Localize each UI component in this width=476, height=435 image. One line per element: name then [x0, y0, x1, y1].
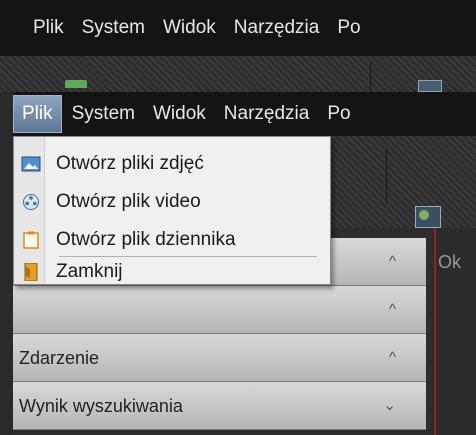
- chevron-down-icon[interactable]: ⌄: [383, 382, 396, 430]
- image-viewer-icon[interactable]: [415, 206, 441, 228]
- menu-plik[interactable]: Plik: [13, 95, 62, 133]
- chevron-up-icon[interactable]: ^: [389, 238, 396, 286]
- icon-detail: [419, 210, 429, 220]
- background-toolbar: [0, 56, 476, 92]
- panel-section-label: Zdarzenie: [19, 348, 100, 368]
- toolbar-icon: [65, 80, 87, 88]
- bg-menu-widok: Widok: [162, 17, 216, 38]
- film-reel-icon: [21, 193, 41, 211]
- menu-item-label: Otwórz plik dziennika: [56, 229, 236, 250]
- bg-menu-pomoc: Po: [337, 17, 361, 38]
- panel-section-zdarzenie[interactable]: Zdarzenie ^: [13, 334, 426, 382]
- menu-item-label: Zamknij: [56, 261, 123, 282]
- bg-menu-narzedzia: Narzędzia: [233, 17, 320, 38]
- right-pane-label: Ok: [438, 252, 462, 272]
- bg-menu-system: System: [81, 17, 145, 38]
- menu-item-open-images[interactable]: Otwórz pliki zdjęć: [14, 145, 332, 183]
- menu-narzedzia[interactable]: Narzędzia: [216, 96, 318, 132]
- menu-pomoc[interactable]: Po: [319, 96, 358, 132]
- menu-widok[interactable]: Widok: [145, 96, 214, 132]
- file-menu-dropdown: Otwórz pliki zdjęć Otwórz plik video Otw…: [13, 136, 331, 285]
- menu-item-open-video[interactable]: Otwórz plik video: [14, 183, 332, 221]
- menu-item-open-log[interactable]: Otwórz plik dziennika: [14, 221, 332, 259]
- image-file-icon: [21, 155, 41, 173]
- menu-item-close[interactable]: Zamknij: [14, 261, 332, 282]
- toolbar-icon: [418, 80, 442, 92]
- clipboard-icon: [21, 231, 41, 249]
- toolbar-separator: [370, 62, 371, 92]
- menu-system[interactable]: System: [64, 96, 143, 132]
- bg-menu-plik: Plik: [33, 17, 64, 38]
- right-pane: Ok: [434, 228, 476, 435]
- left-panel: ^ ^ Zdarzenie ^ Wynik wyszukiwania ⌄: [13, 238, 426, 430]
- chevron-up-icon[interactable]: ^: [389, 286, 396, 334]
- panel-section-label: Wynik wyszukiwania: [19, 396, 183, 416]
- chevron-up-icon[interactable]: ^: [389, 334, 396, 382]
- exit-door-icon: [21, 263, 41, 281]
- menu-separator: [59, 256, 317, 257]
- menubar: Plik System Widok Narzędzia Po: [13, 92, 476, 136]
- panel-section-header[interactable]: ^: [13, 286, 426, 334]
- background-menubar: Plik System Widok Narzędzia Po: [0, 0, 476, 56]
- app-window: Plik System Widok Narzędzia Po ^ ^ Zdarz…: [13, 92, 476, 435]
- toolbar-separator: [386, 148, 387, 204]
- menu-item-label: Otwórz plik video: [56, 191, 201, 212]
- panel-section-wynik-wyszukiwania[interactable]: Wynik wyszukiwania ⌄: [13, 382, 426, 430]
- menu-item-label: Otwórz pliki zdjęć: [56, 153, 204, 174]
